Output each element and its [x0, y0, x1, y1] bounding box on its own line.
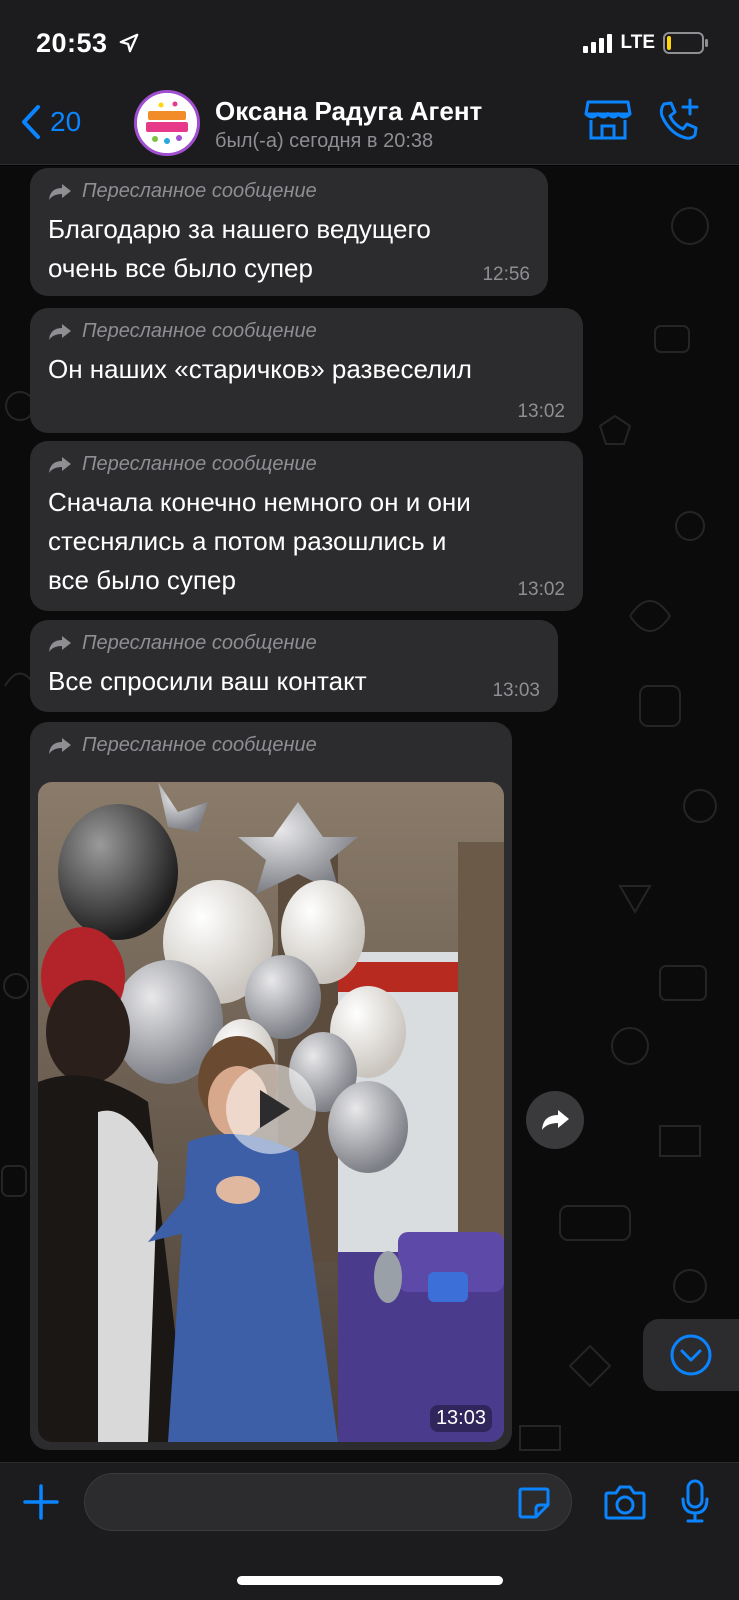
microphone-icon[interactable]: [680, 1479, 710, 1523]
unread-count: 20: [50, 106, 82, 137]
message-text: Сначала конечно немного он и они стеснял…: [48, 483, 471, 600]
message-line: Сначала конечно немного он и они: [48, 487, 471, 517]
message-bubble[interactable]: Пересланное сообщение Сначала конечно не…: [30, 441, 583, 611]
status-bar: 20:53 LTE: [0, 0, 739, 90]
forwarded-label: Пересланное сообщение: [82, 180, 317, 202]
video-message-bubble[interactable]: Пересланное сообщение 13:03: [30, 722, 512, 1450]
sticker-icon[interactable]: [516, 1485, 552, 1521]
back-button[interactable]: 20: [20, 104, 81, 140]
location-arrow-icon: [119, 33, 138, 53]
chat-header: 20 Оксана Радуга Агент был(-а) сегодня в…: [0, 90, 739, 165]
contact-name[interactable]: Оксана Радуга Агент: [215, 96, 482, 127]
forward-arrow-icon: [49, 323, 71, 340]
forward-arrow-icon: [49, 635, 71, 652]
message-time: 13:02: [517, 579, 565, 600]
forwarded-header: Пересланное сообщение: [48, 180, 317, 203]
message-bubble[interactable]: Пересланное сообщение Благодарю за нашег…: [30, 168, 548, 296]
play-button[interactable]: [226, 1064, 316, 1154]
signal-bars-icon: [582, 34, 612, 53]
forwarded-label: Пересланное сообщение: [82, 320, 317, 342]
status-time-text: 20:53: [36, 28, 108, 58]
shop-icon[interactable]: [584, 98, 632, 142]
message-line: Все спросили ваш контакт: [48, 666, 367, 696]
input-bar: [0, 1462, 739, 1600]
forwarded-header: Пересланное сообщение: [48, 453, 317, 476]
video-thumbnail[interactable]: 13:03: [38, 782, 504, 1442]
message-time: 13:02: [517, 401, 565, 422]
share-forward-icon: [542, 1110, 569, 1130]
avatar[interactable]: [134, 90, 200, 156]
message-line: Он наших «старичков» развеселил: [48, 354, 472, 384]
forwarded-label: Пересланное сообщение: [82, 734, 317, 756]
forwarded-header: Пересланное сообщение: [48, 320, 317, 343]
home-indicator: [237, 1576, 503, 1585]
forward-arrow-icon: [49, 183, 71, 200]
play-icon: [260, 1090, 290, 1128]
plus-icon[interactable]: [22, 1483, 60, 1521]
chat-area[interactable]: Пересланное сообщение Благодарю за нашег…: [0, 166, 739, 1462]
network-label: LTE: [620, 32, 655, 53]
battery-icon: [663, 32, 708, 54]
message-text: Все спросили ваш контакт: [48, 662, 367, 701]
status-indicators: LTE: [582, 32, 709, 54]
status-time: 20:53: [36, 28, 140, 59]
message-line: очень все было супер: [48, 253, 313, 283]
forwarded-header: Пересланное сообщение: [48, 632, 317, 655]
message-line: Благодарю за нашего ведущего: [48, 214, 431, 244]
message-text: Благодарю за нашего ведущего очень все б…: [48, 210, 431, 288]
last-seen-status: был(-а) сегодня в 20:38: [215, 130, 434, 152]
message-line: все было супер: [48, 565, 236, 595]
chevron-left-icon: [22, 105, 40, 139]
message-input[interactable]: [84, 1473, 572, 1531]
message-text: Он наших «старичков» развеселил: [48, 350, 472, 389]
message-bubble[interactable]: Пересланное сообщение Все спросили ваш к…: [30, 620, 558, 712]
message-time: 13:03: [429, 1405, 492, 1432]
forwarded-label: Пересланное сообщение: [82, 453, 317, 475]
camera-icon[interactable]: [604, 1483, 646, 1521]
forwarded-header: Пересланное сообщение: [48, 734, 317, 757]
share-button[interactable]: [526, 1091, 584, 1149]
forward-arrow-icon: [49, 737, 71, 754]
call-add-icon[interactable]: [656, 98, 702, 142]
message-line: стеснялись а потом разошлись и: [48, 526, 447, 556]
message-bubble[interactable]: Пересланное сообщение Он наших «старичко…: [30, 308, 583, 433]
message-time: 13:03: [492, 680, 540, 701]
message-time: 12:56: [482, 264, 530, 285]
forwarded-label: Пересланное сообщение: [82, 632, 317, 654]
scroll-to-bottom-button[interactable]: [643, 1319, 739, 1391]
chevron-down-circle-icon: [670, 1334, 712, 1376]
avatar-logo: [137, 93, 197, 153]
forward-arrow-icon: [49, 456, 71, 473]
